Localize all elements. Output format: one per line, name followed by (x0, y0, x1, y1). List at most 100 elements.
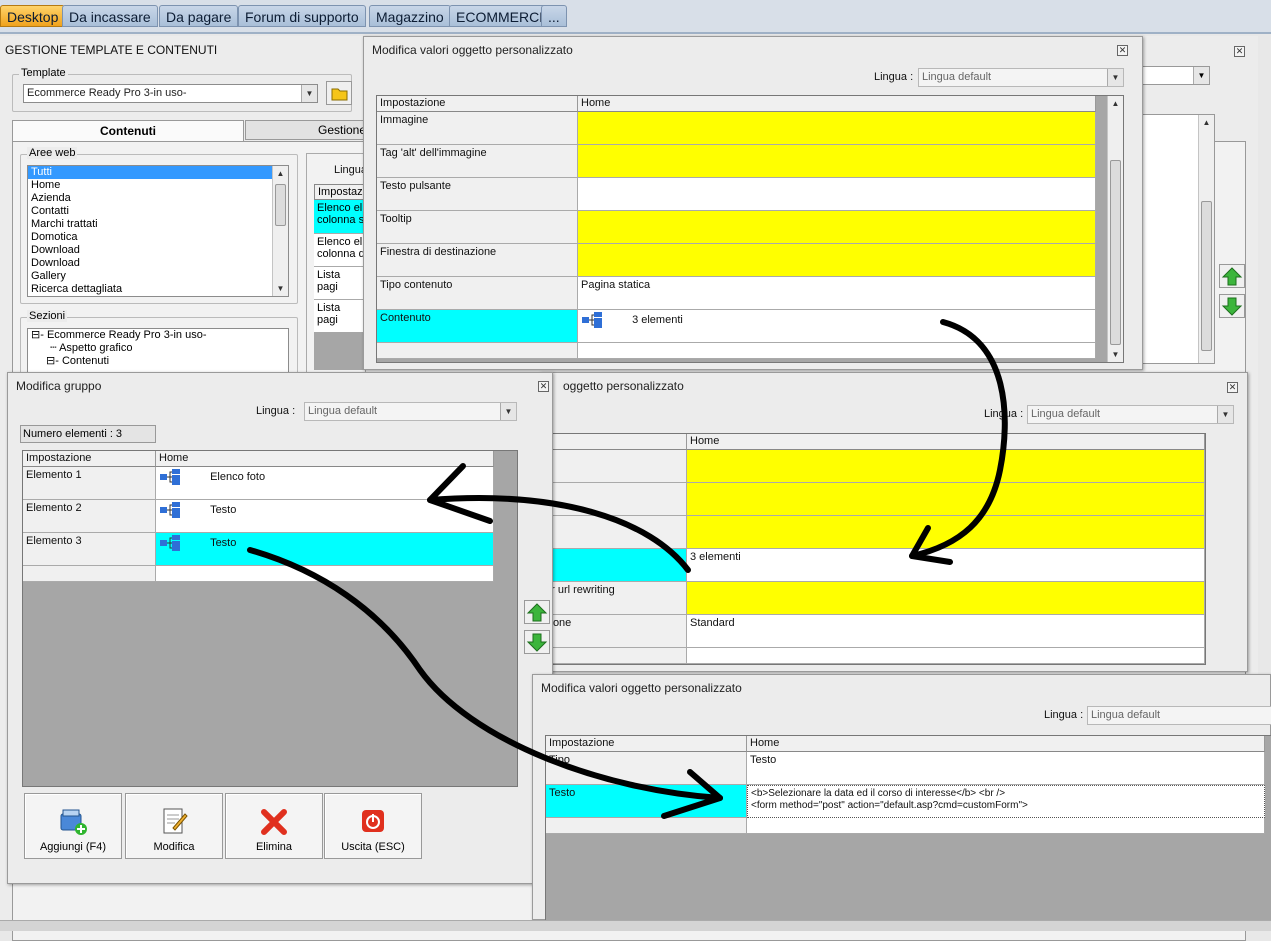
inner-header: Impostazi (314, 184, 367, 200)
tab-da-incassare[interactable]: Da incassare (62, 5, 158, 27)
inner-row[interactable]: Elenco el colonna s (314, 200, 367, 233)
row-value[interactable]: Standard (687, 615, 1205, 648)
list-item[interactable]: Gallery (28, 270, 288, 283)
row-value[interactable]: <b>Selezionare la data ed il corso di in… (747, 785, 1265, 818)
row-value[interactable] (687, 516, 1205, 549)
elimina-button[interactable]: Elimina (225, 793, 323, 859)
lingua-select[interactable]: Lingua default ▼ (304, 402, 517, 421)
tree-item-label: Ecommerce Ready Pro 3-in uso- (46, 329, 207, 341)
tab-contenuti[interactable]: Contenuti (12, 120, 244, 142)
close-icon[interactable]: ✕ (538, 381, 549, 392)
move-down-button[interactable] (524, 630, 550, 654)
list-item[interactable]: Domotica (28, 231, 288, 244)
row-name: Elemento 1 (23, 467, 156, 500)
row-value[interactable] (578, 178, 1096, 211)
close-icon[interactable]: ✕ (1227, 382, 1238, 393)
right-combo[interactable]: ▼ (1140, 66, 1210, 85)
row-value-group[interactable]: Testo (156, 500, 494, 533)
scroll-down-icon[interactable]: ▼ (1108, 347, 1123, 362)
list-item[interactable]: Home (28, 179, 288, 192)
inner-row[interactable]: Lista pagi (314, 266, 367, 299)
tab-forum-di-supporto[interactable]: Forum di supporto (238, 5, 366, 27)
row-name (542, 549, 687, 582)
list-item[interactable]: Contatti (28, 205, 288, 218)
lingua-value: Lingua default (922, 71, 992, 83)
row-empty (542, 648, 687, 664)
scroll-down-icon[interactable]: ▼ (273, 281, 288, 296)
chevron-down-icon: ▼ (301, 85, 317, 102)
aree-web-list[interactable]: Tutti Home Azienda Contatti Marchi tratt… (27, 165, 289, 297)
list-item[interactable]: Download (28, 257, 288, 270)
main-title: GESTIONE TEMPLATE E CONTENUTI (5, 43, 218, 57)
row-value[interactable] (578, 145, 1096, 178)
sezioni-tree[interactable]: ⊟- Ecommerce Ready Pro 3-in uso- ┄ Aspet… (27, 328, 289, 374)
list-item[interactable]: Azienda (28, 192, 288, 205)
tree-item[interactable]: ┄ Aspetto grafico (28, 342, 288, 355)
lingua-label: Lingua : (256, 405, 296, 417)
modifica-button[interactable]: Modifica (125, 793, 223, 859)
tab-magazzino[interactable]: Magazzino (369, 5, 451, 27)
inner-panel: Lingua Impostazi Elenco el colonna s Ele… (306, 153, 367, 373)
row-value-group[interactable]: 3 elementi (578, 310, 1096, 343)
move-up-button[interactable] (1219, 264, 1245, 288)
list-item[interactable]: Tutti (28, 166, 288, 179)
row-name: Finestra di destinazione (377, 244, 578, 277)
row-value[interactable] (687, 483, 1205, 516)
aggiungi-button[interactable]: Aggiungi (F4) (24, 793, 122, 859)
scroll-up-icon[interactable]: ▲ (273, 166, 288, 181)
aree-web-scrollbar[interactable]: ▲ ▼ (272, 166, 288, 296)
grid-scrollbar[interactable]: ▲ ▼ (1107, 96, 1123, 362)
tab-gestione[interactable]: Gestione (245, 120, 366, 140)
tree-structure-icon (160, 535, 180, 551)
move-down-button[interactable] (1219, 294, 1245, 318)
tab-desktop[interactable]: Desktop (0, 5, 66, 27)
row-value[interactable] (687, 450, 1205, 483)
chevron-down-icon: ▼ (1107, 69, 1123, 86)
row-empty (377, 343, 578, 359)
inner-row[interactable]: Elenco el colonna d (314, 233, 367, 266)
row-value[interactable]: Pagina statica (578, 277, 1096, 310)
lingua-select[interactable]: Lingua default ▼ (1027, 405, 1234, 424)
row-value[interactable] (578, 244, 1096, 277)
tab-more[interactable]: ... (541, 5, 567, 27)
row-value-group[interactable]: Elenco foto (156, 467, 494, 500)
folder-icon (331, 88, 348, 101)
scroll-thumb[interactable] (275, 184, 286, 226)
lingua-select[interactable]: Lingua default ▼ (918, 68, 1124, 87)
inner-row[interactable]: Lista pagi (314, 299, 367, 332)
row-value[interactable] (687, 582, 1205, 615)
move-up-button[interactable] (524, 600, 550, 624)
lingua-value: Lingua default (1031, 408, 1101, 420)
row-value[interactable]: Testo (747, 752, 1265, 785)
window-title: Modifica valori oggetto personalizzato (541, 681, 742, 695)
tree-structure-icon (582, 312, 602, 328)
folder-button[interactable] (326, 81, 352, 105)
window-title: Modifica gruppo (16, 379, 102, 393)
right-list-scrollbar[interactable]: ▲ (1198, 115, 1214, 363)
uscita-button[interactable]: Uscita (ESC) (324, 793, 422, 859)
scroll-thumb[interactable] (1201, 201, 1212, 351)
lingua-select[interactable]: Lingua default (1087, 706, 1271, 725)
scroll-up-icon[interactable]: ▲ (1199, 115, 1214, 130)
tree-item[interactable]: ⊟- Contenuti (28, 355, 288, 368)
row-value[interactable]: 3 elementi (687, 549, 1205, 582)
tab-da-pagare[interactable]: Da pagare (159, 5, 239, 27)
row-name: Tipo contenuto (377, 277, 578, 310)
col-header-impostazione: Impostazione (23, 451, 156, 467)
tab-ecommerce[interactable]: ECOMMERCE (449, 5, 556, 27)
row-value-group[interactable]: Testo (156, 533, 494, 566)
scroll-thumb[interactable] (1110, 160, 1121, 345)
close-icon[interactable]: ✕ (1117, 45, 1128, 56)
row-value[interactable] (578, 112, 1096, 145)
arrow-down-icon (526, 633, 548, 652)
power-icon (362, 810, 384, 832)
row-value[interactable] (578, 211, 1096, 244)
list-item[interactable]: Ricerca dettagliata (28, 283, 288, 296)
template-select[interactable]: Ecommerce Ready Pro 3-in uso- ▼ (23, 84, 318, 103)
main-close-icon[interactable]: ✕ (1234, 46, 1245, 57)
list-item[interactable]: Marchi trattati (28, 218, 288, 231)
scroll-up-icon[interactable]: ▲ (1108, 96, 1123, 111)
row-name (542, 483, 687, 516)
list-item[interactable]: Download (28, 244, 288, 257)
tree-item[interactable]: ⊟- Ecommerce Ready Pro 3-in uso- (28, 329, 288, 342)
